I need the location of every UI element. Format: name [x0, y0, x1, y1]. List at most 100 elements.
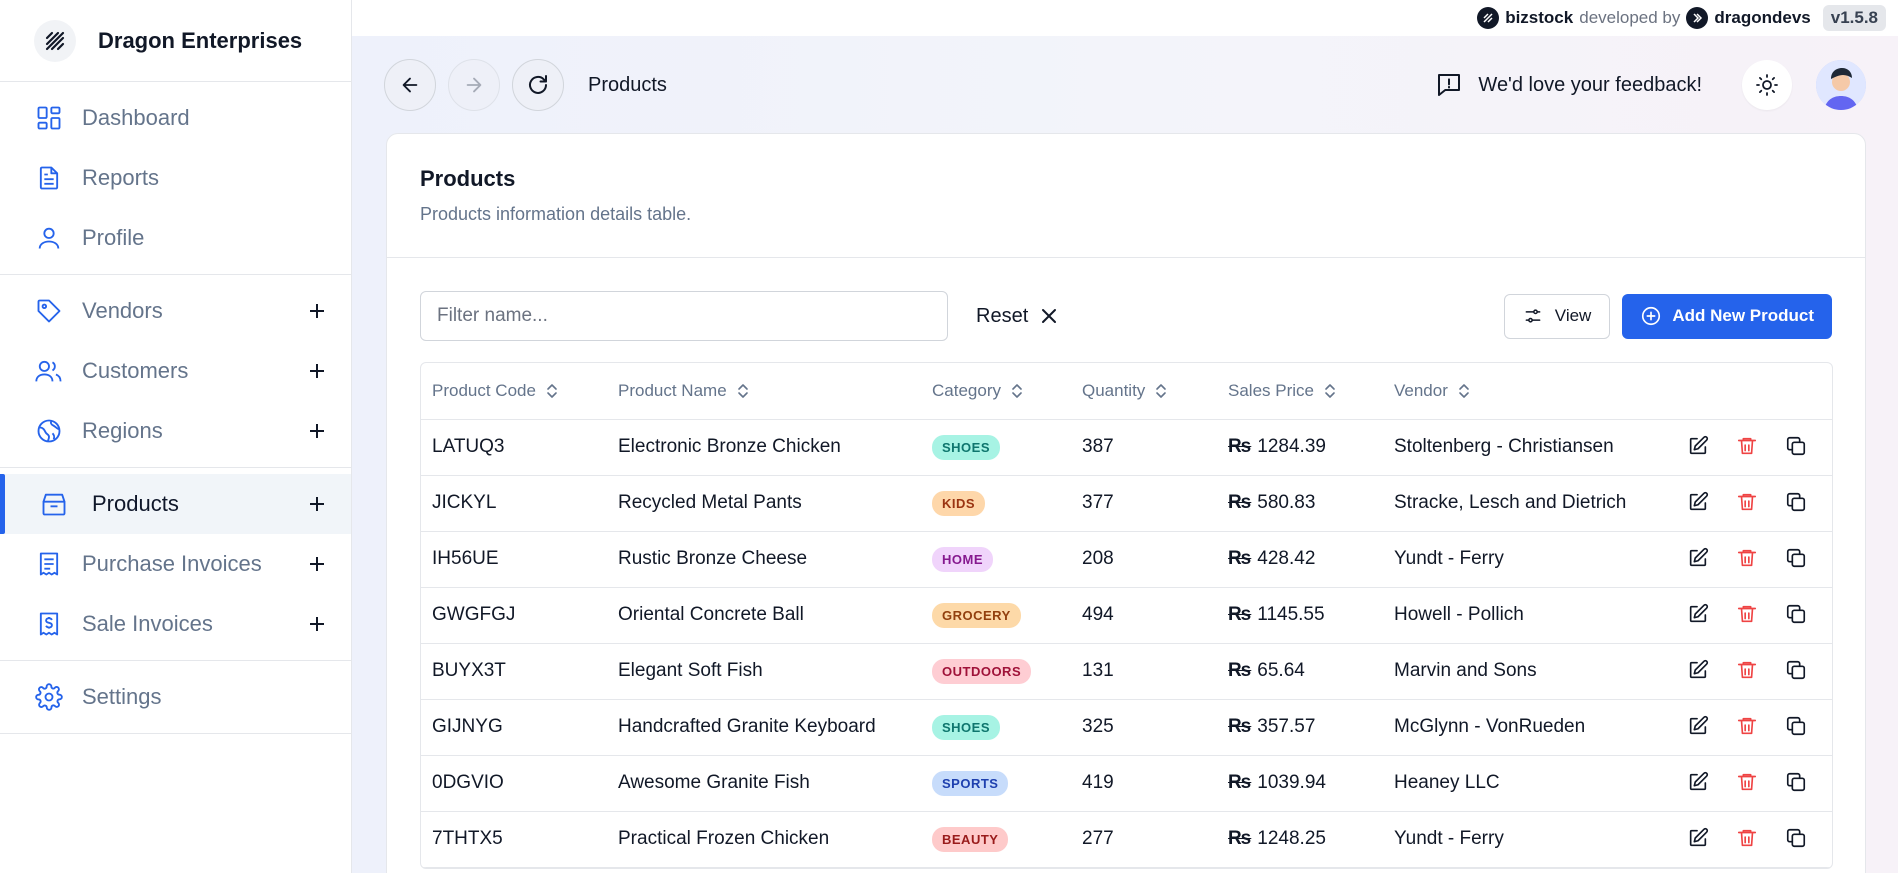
column-header-product-code[interactable]: Product Code: [421, 363, 607, 420]
table-row[interactable]: BUYX3T Elegant Soft Fish OUTDOORS 131 ₨ 65.64…: [421, 643, 1832, 700]
reset-button[interactable]: Reset: [976, 305, 1058, 328]
edit-icon[interactable]: [1684, 824, 1712, 852]
company-name[interactable]: dragondevs: [1714, 8, 1810, 28]
sales-price-cell: ₨ 428.42: [1217, 531, 1383, 588]
sort-icon: [737, 383, 748, 398]
forward-button[interactable]: [448, 59, 500, 111]
edit-icon[interactable]: [1684, 432, 1712, 460]
sidebar-item-label: Purchase Invoices: [82, 551, 262, 576]
sidebar-item-customers[interactable]: Customers: [0, 341, 351, 401]
delete-icon[interactable]: [1733, 824, 1761, 852]
products-card: Products Products information details ta…: [386, 133, 1866, 873]
sidebar: Dragon Enterprises Dashboard Reports Pro…: [0, 0, 352, 873]
product-code-cell: BUYX3T: [421, 643, 607, 700]
quantity-cell: 377: [1071, 475, 1217, 532]
vendor-cell: McGlynn - VonRueden: [1383, 699, 1673, 756]
brand-name: Dragon Enterprises: [98, 27, 303, 53]
copy-icon[interactable]: [1782, 432, 1810, 460]
sidebar-item-dashboard[interactable]: Dashboard: [0, 88, 351, 148]
table-row[interactable]: 0DGVIO Awesome Granite Fish SPORTS 419 ₨ 1039…: [421, 755, 1832, 812]
sidebar-item-products[interactable]: Products: [0, 474, 351, 534]
back-button[interactable]: [384, 59, 436, 111]
copy-icon[interactable]: [1782, 656, 1810, 684]
table-row[interactable]: IH56UE Rustic Bronze Cheese HOME 208 ₨ 428.42…: [421, 531, 1832, 588]
expand-plus-icon[interactable]: [303, 417, 331, 445]
delete-icon[interactable]: [1733, 488, 1761, 516]
table-row[interactable]: JICKYL Recycled Metal Pants KIDS 377 ₨ 580.83…: [421, 475, 1832, 532]
breadcrumb: Products: [588, 73, 667, 96]
vendor-cell: Howell - Pollich: [1383, 587, 1673, 644]
edit-icon[interactable]: [1684, 544, 1712, 572]
column-header-sales-price[interactable]: Sales Price: [1217, 363, 1383, 420]
sidebar-item-purchase-invoices[interactable]: Purchase Invoices: [0, 534, 351, 594]
delete-icon[interactable]: [1733, 432, 1761, 460]
delete-icon[interactable]: [1733, 544, 1761, 572]
add-label: Add New Product: [1672, 306, 1814, 325]
actions-cell: [1673, 643, 1832, 700]
table-row[interactable]: GWGFGJ Oriental Concrete Ball GROCERY 494 ₨ 1…: [421, 587, 1832, 644]
edit-icon[interactable]: [1684, 488, 1712, 516]
expand-plus-icon[interactable]: [303, 550, 331, 578]
expand-plus-icon[interactable]: [303, 297, 331, 325]
reset-label: Reset: [976, 304, 1029, 327]
copy-icon[interactable]: [1782, 488, 1810, 516]
delete-icon[interactable]: [1733, 768, 1761, 796]
sidebar-item-vendors[interactable]: Vendors: [0, 281, 351, 341]
receipt-icon: [34, 549, 64, 579]
copy-icon[interactable]: [1782, 544, 1810, 572]
theme-toggle-button[interactable]: [1742, 60, 1792, 110]
table-row[interactable]: 7THTX5 Practical Frozen Chicken BEAUTY 277 ₨…: [421, 811, 1832, 868]
copy-icon[interactable]: [1782, 712, 1810, 740]
edit-icon[interactable]: [1684, 768, 1712, 796]
sidebar-item-label: Products: [92, 491, 179, 516]
column-header-category[interactable]: Category: [921, 363, 1071, 420]
quantity-cell: 208: [1071, 531, 1217, 588]
quantity-cell: 131: [1071, 643, 1217, 700]
sidebar-item-label: Reports: [82, 165, 160, 190]
copy-icon[interactable]: [1782, 824, 1810, 852]
column-header-quantity[interactable]: Quantity: [1071, 363, 1217, 420]
developer-credit-strip: bizstock developed by dragondevs v1.5.8: [352, 0, 1898, 36]
edit-icon[interactable]: [1684, 712, 1712, 740]
column-header-vendor[interactable]: Vendor: [1383, 363, 1673, 420]
sidebar-item-regions[interactable]: Regions: [0, 401, 351, 461]
sales-price-cell: ₨ 580.83: [1217, 475, 1383, 532]
view-options-button[interactable]: View: [1503, 293, 1611, 339]
product-name-cell: Recycled Metal Pants: [607, 475, 921, 532]
sort-icon: [1459, 383, 1469, 398]
edit-icon[interactable]: [1684, 656, 1712, 684]
category-cell: SPORTS: [921, 755, 1071, 812]
filter-name-input[interactable]: [420, 291, 948, 341]
plus-circle-icon: [1642, 306, 1661, 326]
expand-plus-icon[interactable]: [303, 610, 331, 638]
currency-symbol: ₨: [1228, 772, 1252, 793]
category-cell: HOME: [921, 531, 1071, 588]
sidebar-item-reports[interactable]: Reports: [0, 148, 351, 208]
copy-icon[interactable]: [1782, 768, 1810, 796]
users-icon: [34, 356, 64, 386]
arrow-left-icon: [402, 77, 418, 93]
copy-icon[interactable]: [1782, 600, 1810, 628]
column-header-product-name[interactable]: Product Name: [607, 363, 921, 420]
table-row[interactable]: LATUQ3 Electronic Bronze Chicken SHOES 387 ₨…: [421, 419, 1832, 476]
product-name-cell: Practical Frozen Chicken: [607, 811, 921, 868]
sidebar-item-sale-invoices[interactable]: Sale Invoices: [0, 594, 351, 654]
price-value: 1248.25: [1257, 828, 1326, 849]
vendor-cell: Marvin and Sons: [1383, 643, 1673, 700]
gear-icon: [34, 682, 64, 712]
sidebar-item-label: Sale Invoices: [82, 611, 213, 636]
edit-icon[interactable]: [1684, 600, 1712, 628]
sidebar-item-settings[interactable]: Settings: [0, 667, 351, 727]
expand-plus-icon[interactable]: [303, 490, 331, 518]
add-new-product-button[interactable]: Add New Product: [1622, 293, 1832, 339]
expand-plus-icon[interactable]: [303, 357, 331, 385]
delete-icon[interactable]: [1733, 712, 1761, 740]
delete-icon[interactable]: [1733, 600, 1761, 628]
sidebar-item-profile[interactable]: Profile: [0, 208, 351, 268]
table-row[interactable]: GIJNYG Handcrafted Granite Keyboard SHOES 3…: [421, 699, 1832, 756]
sales-price-cell: ₨ 1284.39: [1217, 419, 1383, 476]
feedback-link[interactable]: We'd love your feedback!: [1434, 70, 1702, 100]
avatar[interactable]: [1816, 60, 1866, 110]
refresh-button[interactable]: [512, 59, 564, 111]
delete-icon[interactable]: [1733, 656, 1761, 684]
